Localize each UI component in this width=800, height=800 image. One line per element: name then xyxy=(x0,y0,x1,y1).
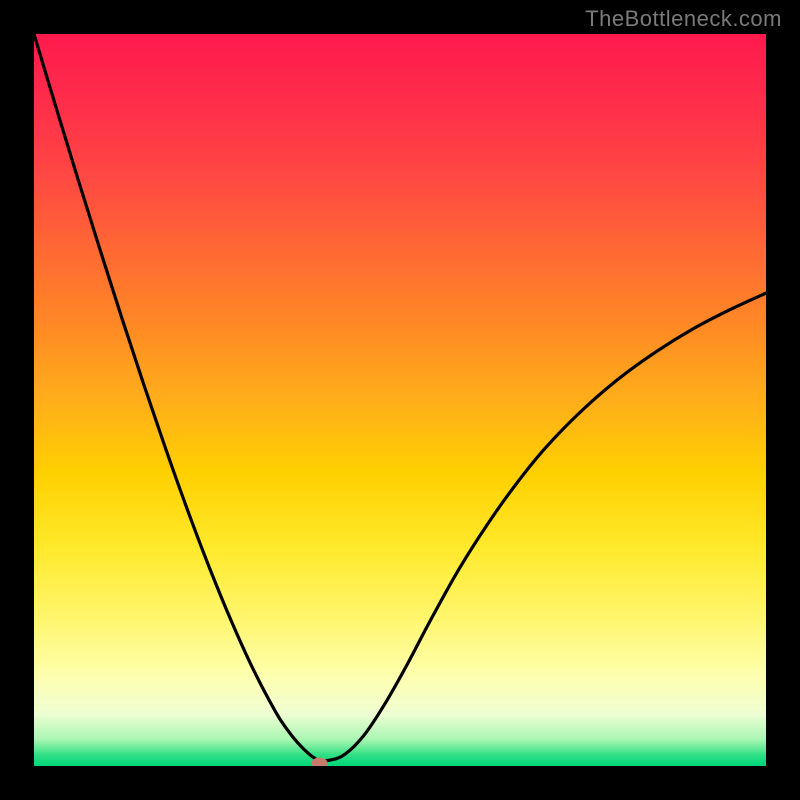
curve-layer xyxy=(34,34,766,766)
watermark-text: TheBottleneck.com xyxy=(585,6,782,32)
plot-area xyxy=(34,34,766,766)
chart-frame: TheBottleneck.com xyxy=(0,0,800,800)
bottleneck-curve xyxy=(34,34,766,762)
